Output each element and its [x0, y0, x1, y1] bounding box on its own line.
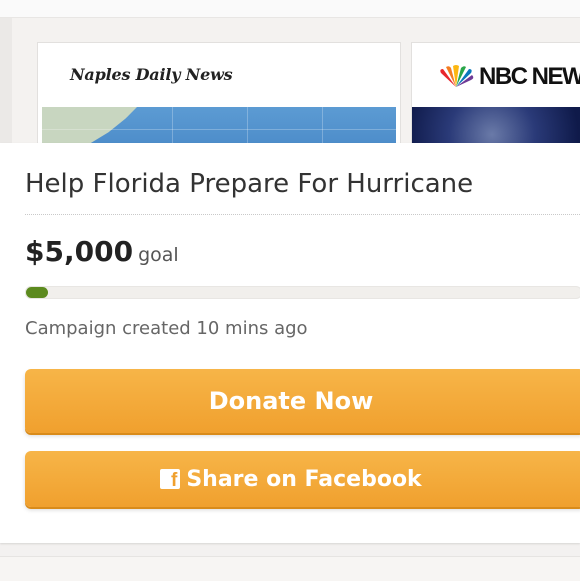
media-carousel[interactable]: Naples Daily News NBC NEWS — [0, 18, 580, 143]
goal-row: $5,000 goal — [25, 235, 179, 268]
progress-fill — [26, 287, 49, 298]
campaign-panel: Help Florida Prepare For Hurricane $5,00… — [0, 143, 580, 543]
carousel-left-edge — [0, 18, 12, 143]
nbc-news-wordmark: NBC NEWS — [479, 63, 580, 90]
campaign-title: Help Florida Prepare For Hurricane — [25, 169, 474, 199]
goal-label: goal — [138, 244, 179, 266]
donate-now-label: Donate Now — [208, 387, 374, 415]
goal-amount: $5,000 — [25, 235, 134, 268]
top-strip — [0, 0, 580, 18]
map-gridline — [42, 129, 396, 130]
map-gridline — [322, 107, 323, 143]
nbc-peacock-icon — [440, 65, 474, 87]
facebook-icon: f — [160, 469, 181, 491]
campaign-created-text: Campaign created 10 mins ago — [25, 318, 308, 339]
divider — [25, 214, 580, 215]
nbc-logo: NBC NEWS — [437, 63, 580, 91]
share-on-facebook-label: Share on Facebook — [186, 466, 422, 492]
naples-logo-area: Naples Daily News — [38, 43, 400, 107]
hurricane-map-thumbnail — [42, 107, 396, 143]
map-land — [42, 107, 137, 143]
donate-now-button[interactable]: Donate Now — [25, 369, 580, 433]
satellite-storm-thumbnail — [412, 107, 580, 143]
map-gridline — [172, 107, 173, 143]
progress-bar — [25, 286, 580, 299]
naples-daily-news-logo: Naples Daily News — [70, 65, 233, 84]
media-card-naples[interactable]: Naples Daily News — [37, 42, 401, 143]
map-gridline — [247, 107, 248, 143]
nbc-logo-area: NBC NEWS — [412, 43, 580, 107]
bottom-strip — [0, 556, 580, 581]
share-on-facebook-button[interactable]: f Share on Facebook — [25, 451, 580, 507]
media-card-nbc[interactable]: NBC NEWS — [411, 42, 580, 143]
